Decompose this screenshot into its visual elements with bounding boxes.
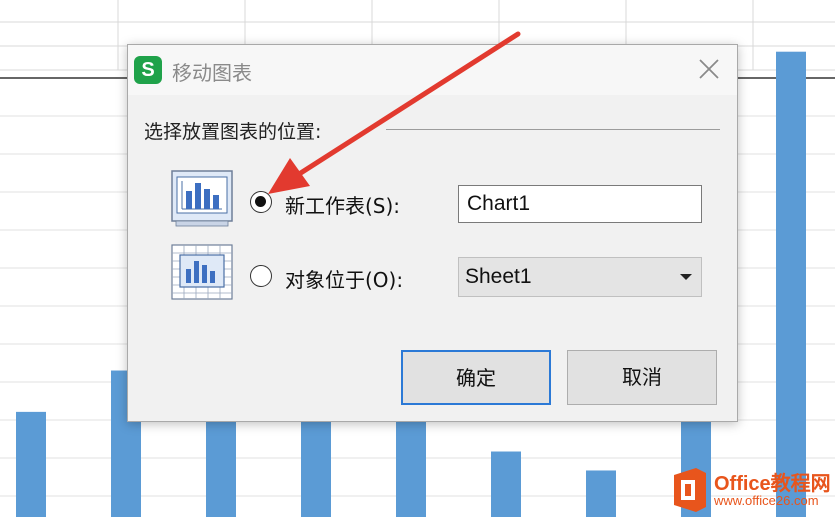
dialog-titlebar: S 移动图表 <box>128 45 737 95</box>
placement-section-label: 选择放置图表的位置: <box>144 121 322 143</box>
office-logo-icon <box>674 468 706 512</box>
site-watermark: Office教程网 www.office26.com <box>670 465 835 517</box>
watermark-title: Office教程网 <box>714 473 831 495</box>
move-chart-dialog: S 移动图表 选择放置图表的位置: 新工作表(S): Chart1 对象位于(O… <box>127 44 738 422</box>
object-sheet-select[interactable]: Sheet1 <box>458 257 702 297</box>
dialog-title: 移动图表 <box>172 61 252 85</box>
watermark-url: www.office26.com <box>714 493 819 508</box>
wps-app-icon: S <box>134 56 162 84</box>
object-in-radio[interactable] <box>250 265 272 287</box>
new-sheet-label[interactable]: 新工作表(S): <box>285 190 400 219</box>
chart-sheet-icon <box>171 170 233 227</box>
ok-button[interactable]: 确定 <box>401 350 551 405</box>
chart-object-icon <box>171 244 233 300</box>
chart-bar <box>16 411 46 517</box>
section-divider <box>386 129 720 130</box>
chart-bar <box>491 451 521 517</box>
dropdown-arrow-icon[interactable] <box>680 274 692 280</box>
chart-bar <box>776 51 806 517</box>
close-button[interactable] <box>695 55 723 83</box>
object-sheet-value: Sheet1 <box>465 265 532 288</box>
close-icon <box>699 59 719 79</box>
new-sheet-name-input[interactable] <box>458 185 702 223</box>
cancel-button[interactable]: 取消 <box>567 350 717 405</box>
chart-bar <box>586 470 616 517</box>
object-in-label[interactable]: 对象位于(O): <box>285 264 403 293</box>
new-sheet-radio[interactable] <box>250 191 272 213</box>
